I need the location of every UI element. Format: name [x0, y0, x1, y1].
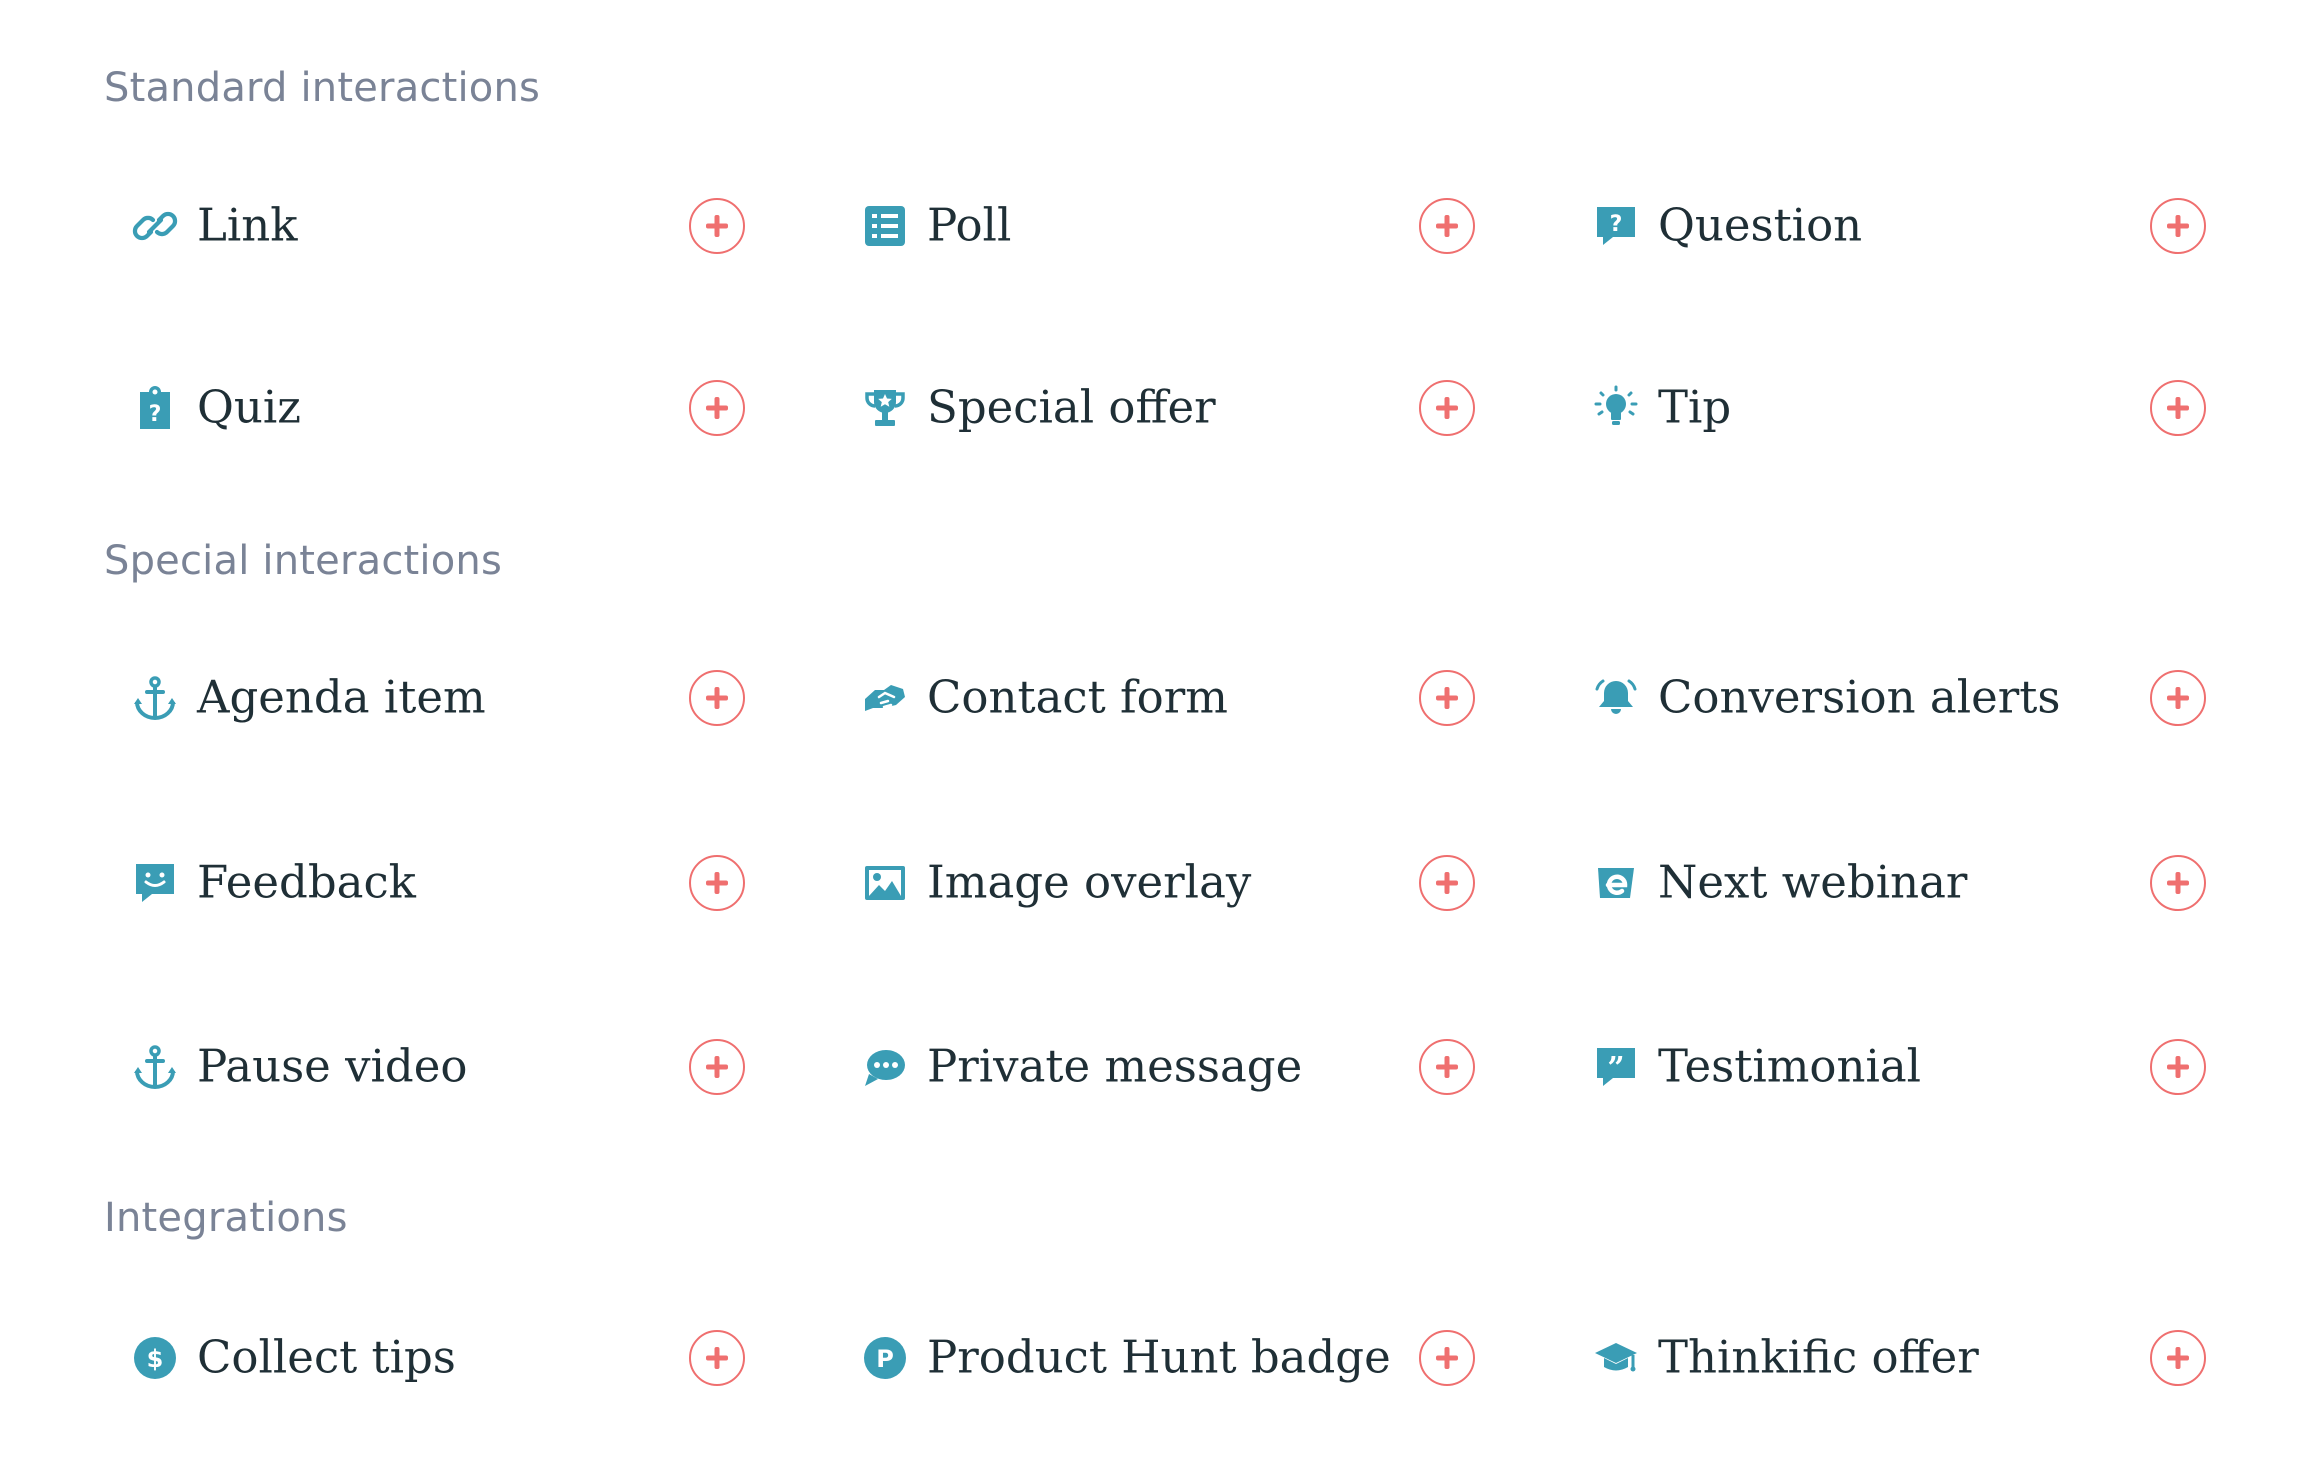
item-thinkific-offer[interactable]: Thinkific offer: [1593, 1308, 2233, 1408]
item-label: Testimonial: [1658, 1039, 1922, 1093]
add-conversion-alerts-button[interactable]: [2150, 670, 2206, 726]
svg-text:?: ?: [1610, 212, 1623, 237]
item-collect-tips[interactable]: $ Collect tips: [132, 1308, 772, 1408]
add-quiz-button[interactable]: [689, 380, 745, 436]
anchor-icon: [132, 1044, 178, 1090]
item-product-hunt-badge[interactable]: P Product Hunt badge: [862, 1308, 1502, 1408]
svg-text:”: ”: [1607, 1051, 1624, 1086]
item-image-overlay[interactable]: Image overlay: [862, 833, 1502, 933]
item-feedback[interactable]: Feedback: [132, 833, 772, 933]
anchor-icon: [132, 675, 178, 721]
item-label: Next webinar: [1658, 855, 1968, 909]
add-pause-video-button[interactable]: [689, 1039, 745, 1095]
item-label: Thinkific offer: [1658, 1330, 1979, 1384]
add-image-overlay-button[interactable]: [1419, 855, 1475, 911]
bell-icon: [1593, 675, 1639, 721]
e-logo-icon: [1593, 860, 1639, 906]
add-question-button[interactable]: [2150, 198, 2206, 254]
section-title-standard: Standard interactions: [104, 65, 541, 111]
graduation-cap-icon: [1593, 1335, 1639, 1381]
add-poll-button[interactable]: [1419, 198, 1475, 254]
item-label: Special offer: [927, 380, 1216, 434]
item-link[interactable]: Link: [132, 176, 772, 276]
add-link-button[interactable]: [689, 198, 745, 254]
item-label: Product Hunt badge: [927, 1330, 1391, 1384]
item-private-message[interactable]: Private message: [862, 1017, 1502, 1117]
svg-text:?: ?: [149, 402, 162, 427]
list-icon: [862, 203, 908, 249]
item-label: Tip: [1658, 380, 1732, 434]
quote-bubble-icon: ”: [1593, 1044, 1639, 1090]
item-label: Image overlay: [927, 855, 1252, 909]
add-feedback-button[interactable]: [689, 855, 745, 911]
item-agenda-item[interactable]: Agenda item: [132, 648, 772, 748]
item-label: Private message: [927, 1039, 1303, 1093]
item-label: Collect tips: [197, 1330, 456, 1384]
interactions-panel: Standard interactions Link Poll ? Questi…: [0, 0, 2303, 1462]
item-label: Quiz: [197, 380, 301, 434]
svg-text:$: $: [147, 1345, 164, 1373]
item-label: Agenda item: [197, 670, 486, 724]
trophy-icon: [862, 385, 908, 431]
handshake-icon: [862, 675, 908, 721]
add-special-offer-button[interactable]: [1419, 380, 1475, 436]
item-question[interactable]: ? Question: [1593, 176, 2233, 276]
smile-bubble-icon: [132, 860, 178, 906]
item-label: Pause video: [197, 1039, 468, 1093]
item-quiz[interactable]: ? Quiz: [132, 358, 772, 458]
section-title-special: Special interactions: [104, 538, 503, 584]
add-agenda-item-button[interactable]: [689, 670, 745, 726]
item-label: Question: [1658, 198, 1863, 252]
add-private-message-button[interactable]: [1419, 1039, 1475, 1095]
add-collect-tips-button[interactable]: [689, 1330, 745, 1386]
item-tip[interactable]: Tip: [1593, 358, 2233, 458]
dollar-circle-icon: $: [132, 1335, 178, 1381]
add-thinkific-offer-button[interactable]: [2150, 1330, 2206, 1386]
add-contact-form-button[interactable]: [1419, 670, 1475, 726]
chat-dots-icon: [862, 1044, 908, 1090]
item-label: Link: [197, 198, 298, 252]
item-label: Poll: [927, 198, 1012, 252]
item-testimonial[interactable]: ” Testimonial: [1593, 1017, 2233, 1117]
image-icon: [862, 860, 908, 906]
item-pause-video[interactable]: Pause video: [132, 1017, 772, 1117]
item-special-offer[interactable]: Special offer: [862, 358, 1502, 458]
item-poll[interactable]: Poll: [862, 176, 1502, 276]
add-tip-button[interactable]: [2150, 380, 2206, 436]
item-contact-form[interactable]: Contact form: [862, 648, 1502, 748]
add-testimonial-button[interactable]: [2150, 1039, 2206, 1095]
item-label: Contact form: [927, 670, 1228, 724]
section-title-integrations: Integrations: [104, 1195, 348, 1241]
product-hunt-icon: P: [862, 1335, 908, 1381]
item-next-webinar[interactable]: Next webinar: [1593, 833, 2233, 933]
add-next-webinar-button[interactable]: [2150, 855, 2206, 911]
question-bubble-icon: ?: [1593, 203, 1639, 249]
lightbulb-icon: [1593, 385, 1639, 431]
item-label: Conversion alerts: [1658, 670, 2061, 724]
link-icon: [132, 203, 178, 249]
item-label: Feedback: [197, 855, 416, 909]
svg-text:P: P: [876, 1345, 894, 1373]
add-product-hunt-badge-button[interactable]: [1419, 1330, 1475, 1386]
item-conversion-alerts[interactable]: Conversion alerts: [1593, 648, 2233, 748]
clipboard-question-icon: ?: [132, 385, 178, 431]
